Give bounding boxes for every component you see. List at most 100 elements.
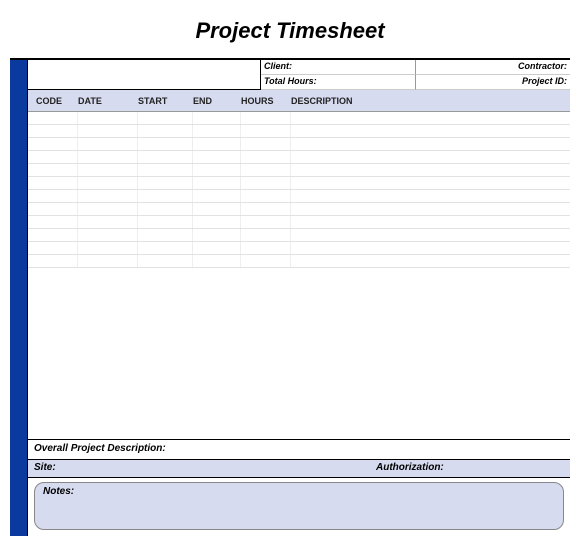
- cell-hours: [241, 242, 291, 254]
- cell-hours: [241, 177, 291, 189]
- col-header-start: START: [138, 96, 193, 106]
- cell-hours: [241, 112, 291, 124]
- cell-start: [138, 242, 193, 254]
- info-spacer: [28, 60, 260, 89]
- table-row: [28, 164, 570, 177]
- table-row: [28, 177, 570, 190]
- cell-desc: [291, 138, 570, 150]
- cell-hours: [241, 164, 291, 176]
- cell-hours: [241, 151, 291, 163]
- table-row: [28, 125, 570, 138]
- cell-code: [28, 177, 78, 189]
- table-row: [28, 216, 570, 229]
- overall-description-label: Overall Project Description:: [28, 440, 570, 460]
- cell-desc: [291, 190, 570, 202]
- cell-date: [78, 151, 138, 163]
- cell-end: [193, 177, 241, 189]
- cell-code: [28, 125, 78, 137]
- table-row: [28, 229, 570, 242]
- cell-code: [28, 216, 78, 228]
- cell-date: [78, 164, 138, 176]
- cell-date: [78, 125, 138, 137]
- table-row: [28, 151, 570, 164]
- site-auth-row: Site: Authorization:: [28, 460, 570, 478]
- timesheet-container: Client: Contractor: Total Hours: Project…: [10, 58, 570, 536]
- column-header-row: CODE DATE START END HOURS DESCRIPTION: [28, 90, 570, 112]
- client-label: Client:: [261, 60, 416, 75]
- cell-desc: [291, 242, 570, 254]
- cell-code: [28, 242, 78, 254]
- table-row: [28, 112, 570, 125]
- cell-start: [138, 203, 193, 215]
- cell-date: [78, 242, 138, 254]
- cell-desc: [291, 255, 570, 267]
- cell-hours: [241, 138, 291, 150]
- cell-code: [28, 190, 78, 202]
- cell-hours: [241, 255, 291, 267]
- cell-date: [78, 255, 138, 267]
- data-grid: [28, 112, 570, 440]
- cell-start: [138, 216, 193, 228]
- cell-end: [193, 242, 241, 254]
- cell-hours: [241, 216, 291, 228]
- cell-code: [28, 151, 78, 163]
- cell-desc: [291, 177, 570, 189]
- cell-desc: [291, 164, 570, 176]
- cell-desc: [291, 203, 570, 215]
- left-accent-bar: [10, 60, 28, 536]
- authorization-label: Authorization:: [370, 460, 570, 477]
- cell-date: [78, 112, 138, 124]
- cell-date: [78, 203, 138, 215]
- cell-start: [138, 138, 193, 150]
- cell-code: [28, 203, 78, 215]
- cell-desc: [291, 125, 570, 137]
- cell-date: [78, 216, 138, 228]
- cell-code: [28, 229, 78, 241]
- info-row: Client: Contractor: Total Hours: Project…: [28, 60, 570, 90]
- notes-label: Notes:: [43, 486, 74, 497]
- cell-code: [28, 112, 78, 124]
- cell-date: [78, 190, 138, 202]
- site-label: Site:: [28, 460, 370, 477]
- col-header-hours: HOURS: [241, 96, 291, 106]
- cell-date: [78, 177, 138, 189]
- cell-code: [28, 164, 78, 176]
- col-header-description: DESCRIPTION: [291, 96, 570, 106]
- notes-wrap: Notes:: [28, 478, 570, 536]
- total-hours-label: Total Hours:: [261, 75, 416, 90]
- cell-end: [193, 216, 241, 228]
- table-row: [28, 242, 570, 255]
- cell-end: [193, 229, 241, 241]
- cell-end: [193, 151, 241, 163]
- table-row: [28, 255, 570, 268]
- cell-start: [138, 112, 193, 124]
- page-title: Project Timesheet: [0, 0, 580, 58]
- table-row: [28, 203, 570, 216]
- cell-end: [193, 138, 241, 150]
- col-header-code: CODE: [28, 96, 78, 106]
- cell-hours: [241, 125, 291, 137]
- cell-desc: [291, 216, 570, 228]
- cell-start: [138, 151, 193, 163]
- cell-desc: [291, 112, 570, 124]
- cell-start: [138, 125, 193, 137]
- table-row: [28, 138, 570, 151]
- contractor-label: Contractor:: [416, 60, 571, 75]
- cell-code: [28, 255, 78, 267]
- cell-hours: [241, 229, 291, 241]
- project-id-label: Project ID:: [416, 75, 571, 90]
- cell-start: [138, 164, 193, 176]
- col-header-end: END: [193, 96, 241, 106]
- cell-start: [138, 229, 193, 241]
- cell-start: [138, 190, 193, 202]
- info-cells: Client: Contractor: Total Hours: Project…: [260, 60, 570, 89]
- cell-end: [193, 125, 241, 137]
- cell-date: [78, 229, 138, 241]
- cell-code: [28, 138, 78, 150]
- cell-hours: [241, 190, 291, 202]
- cell-start: [138, 255, 193, 267]
- cell-end: [193, 164, 241, 176]
- main-area: Client: Contractor: Total Hours: Project…: [28, 60, 570, 536]
- notes-box: Notes:: [34, 482, 564, 530]
- cell-desc: [291, 229, 570, 241]
